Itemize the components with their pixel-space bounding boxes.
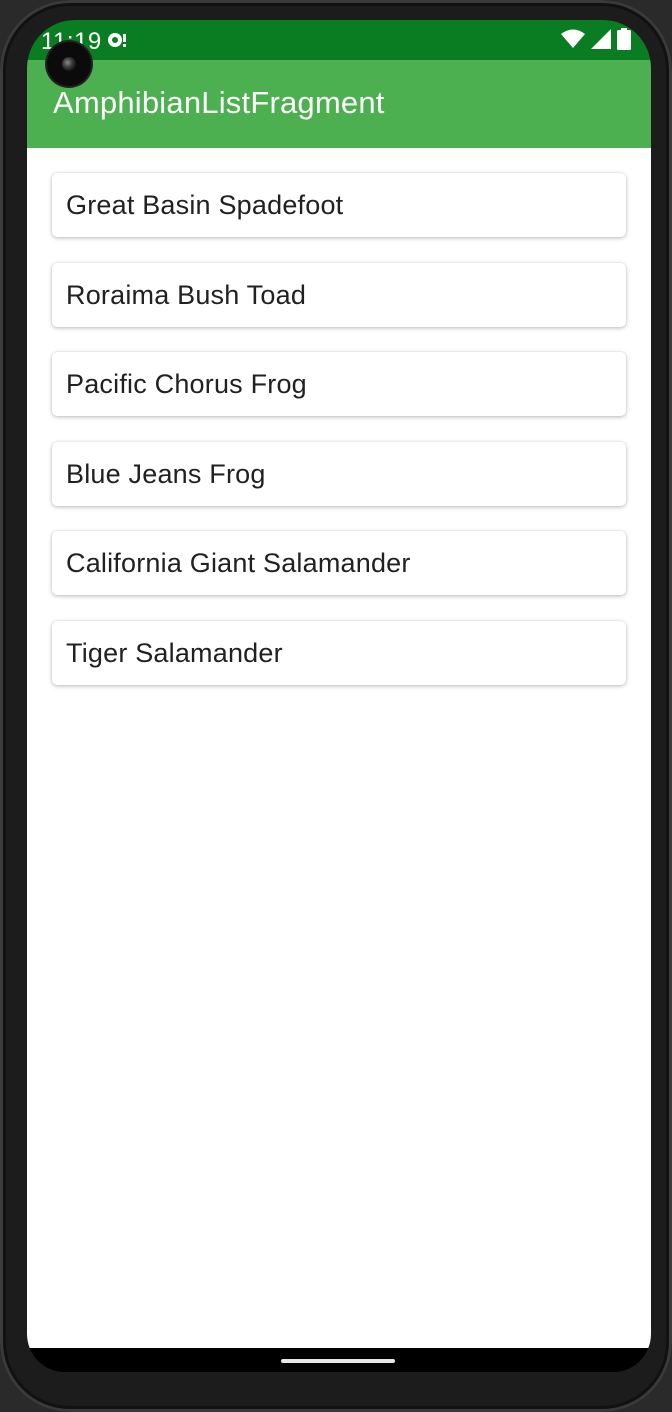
list-item-label: California Giant Salamander (66, 548, 411, 578)
list-item[interactable]: Tiger Salamander (52, 620, 626, 685)
battery-icon (617, 28, 631, 55)
list-item[interactable]: Blue Jeans Frog (52, 441, 626, 506)
status-bar: 11:19 (27, 20, 651, 60)
status-icons (561, 28, 631, 55)
list-item-label: Pacific Chorus Frog (66, 369, 307, 399)
camera-cutout-icon (47, 42, 91, 86)
list-item-label: Great Basin Spadefoot (66, 190, 344, 220)
list-item[interactable]: Pacific Chorus Frog (52, 352, 626, 416)
list-item-label: Tiger Salamander (66, 637, 283, 668)
phone-frame: 11:19 (0, 0, 672, 1412)
list-item[interactable]: California Giant Salamander (52, 531, 626, 595)
list-item-label: Roraima Bush Toad (66, 279, 307, 310)
app-bar: AmphibianListFragment (27, 60, 651, 148)
signal-icon (591, 29, 611, 54)
list-item[interactable]: Roraima Bush Toad (52, 262, 626, 327)
gesture-navigation-bar (27, 1348, 651, 1372)
amphibian-list-container[interactable]: Great Basin Spadefoot Roraima Bush Toad … (27, 148, 651, 1348)
home-indicator[interactable] (281, 1359, 395, 1363)
page-title: AmphibianListFragment (53, 85, 385, 120)
screen: 11:19 (27, 20, 651, 1372)
list-item[interactable]: Great Basin Spadefoot (52, 173, 626, 237)
notification-icon (106, 30, 128, 50)
wifi-icon (561, 29, 585, 54)
amphibian-list: Great Basin Spadefoot Roraima Bush Toad … (52, 173, 626, 710)
list-item-label: Blue Jeans Frog (66, 458, 266, 489)
